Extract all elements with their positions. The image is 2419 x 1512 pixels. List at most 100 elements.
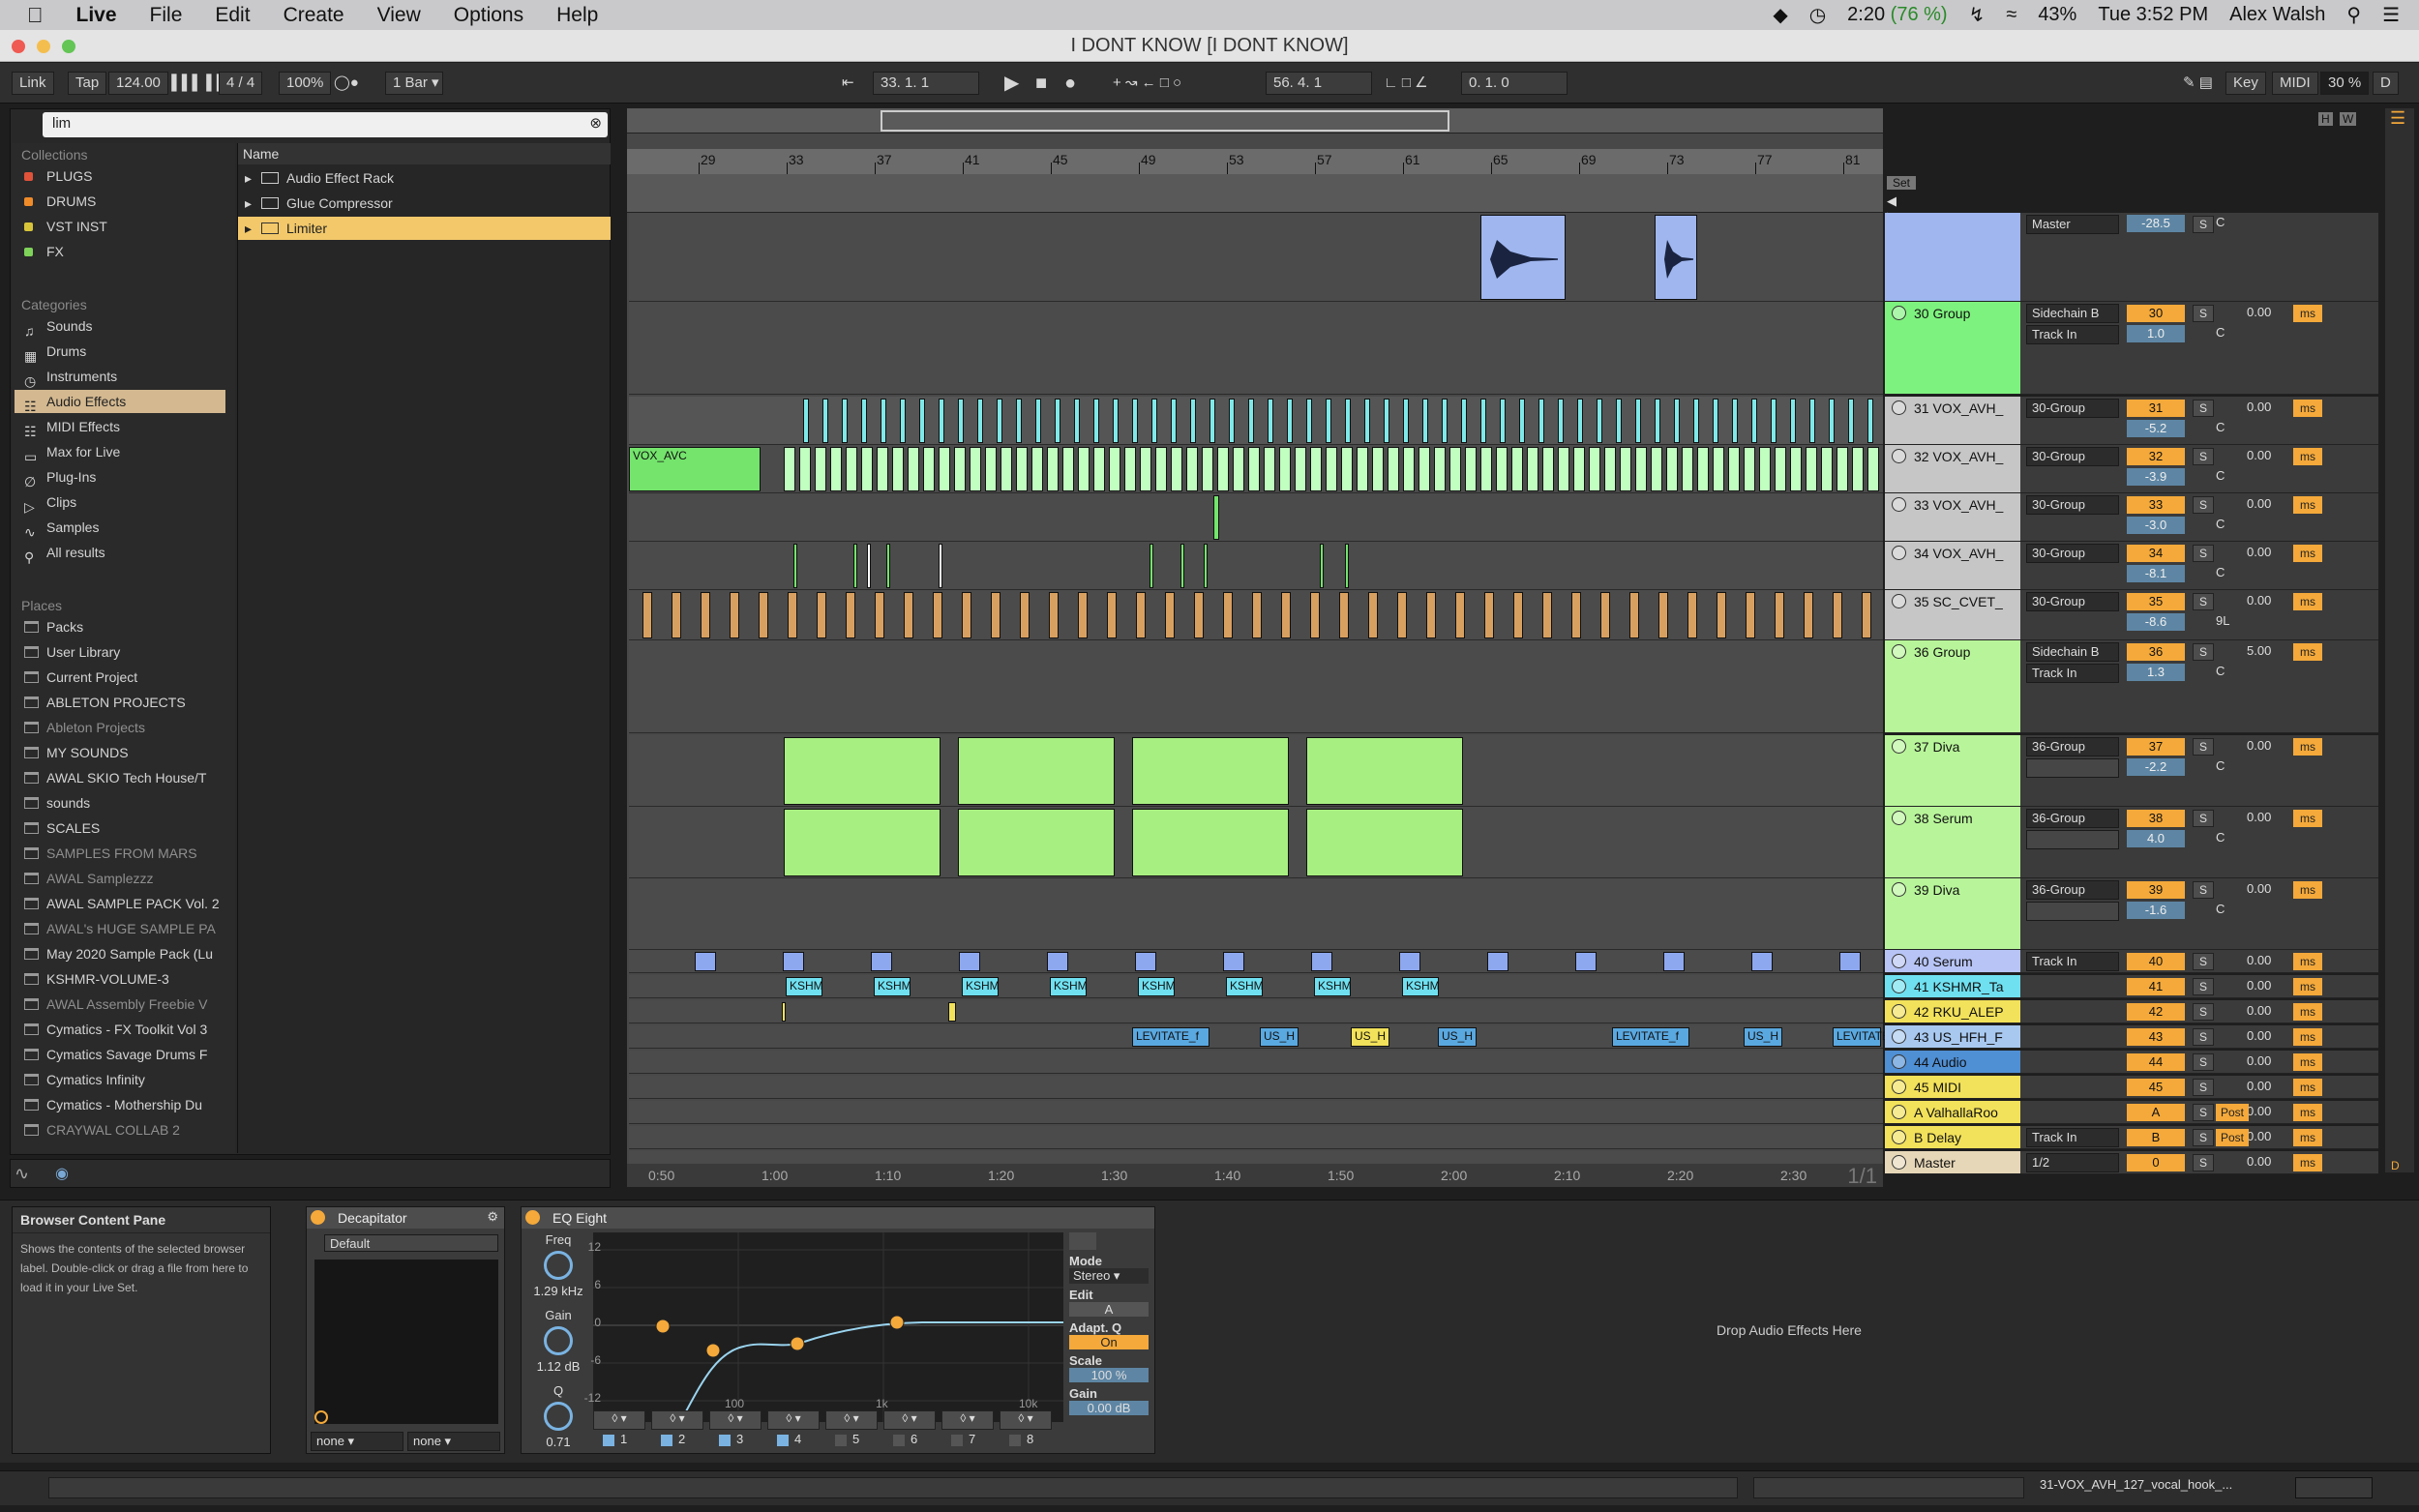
monitor-select[interactable]: [2026, 830, 2119, 849]
clip[interactable]: [1713, 447, 1724, 491]
wifi-icon[interactable]: ≈: [2006, 4, 2016, 26]
arrangement-overview[interactable]: H W: [627, 108, 2357, 133]
category-instruments[interactable]: ◷ Instruments: [15, 365, 225, 388]
clip[interactable]: [1264, 447, 1275, 491]
clip[interactable]: [1031, 447, 1043, 491]
send-value[interactable]: 0.00: [2247, 1053, 2271, 1068]
send-value[interactable]: 0.00: [2247, 1028, 2271, 1043]
clip[interactable]: [1751, 399, 1757, 443]
fold-icon[interactable]: [1892, 811, 1906, 825]
clip[interactable]: [1487, 952, 1508, 971]
place-item[interactable]: KSHMR-VOLUME-3: [15, 967, 225, 991]
band-enable-checkbox[interactable]: [893, 1435, 905, 1446]
menu-view[interactable]: View: [377, 4, 421, 27]
solo-button[interactable]: S: [2193, 643, 2214, 661]
clip[interactable]: [1310, 592, 1320, 638]
track-header[interactable]: 31 VOX_AVH_: [1885, 397, 2020, 445]
clip[interactable]: [1577, 399, 1583, 443]
output-routing-select[interactable]: 36-Group: [2026, 880, 2119, 900]
clip[interactable]: [970, 447, 981, 491]
bluetooth-icon[interactable]: ↯: [1969, 3, 1986, 27]
menu-file[interactable]: File: [150, 4, 183, 27]
clip[interactable]: [1655, 399, 1660, 443]
mode-select[interactable]: Stereo ▾: [1069, 1268, 1149, 1284]
eq-curve-display[interactable]: [593, 1232, 1063, 1422]
clip[interactable]: KSHM: [786, 977, 823, 996]
clip[interactable]: [1651, 447, 1662, 491]
midi-map-button[interactable]: MIDI: [2272, 72, 2318, 95]
track-header[interactable]: 44 Audio: [1885, 1051, 2020, 1074]
filter-shape-select[interactable]: ◊ ▾: [767, 1410, 820, 1430]
send-value[interactable]: 0.00: [2247, 953, 2271, 967]
clip[interactable]: [1223, 592, 1233, 638]
place-item[interactable]: MY SOUNDS: [15, 741, 225, 764]
track-header[interactable]: 32 VOX_AVH_: [1885, 445, 2020, 493]
place-item[interactable]: AWAL SAMPLE PACK Vol. 2: [15, 892, 225, 915]
category-clips[interactable]: ▷ Clips: [15, 490, 225, 514]
track-volume[interactable]: -3.9: [2127, 468, 2185, 486]
input-select[interactable]: Track In: [2026, 325, 2119, 344]
category-sounds[interactable]: ♫ Sounds: [15, 314, 225, 338]
clip[interactable]: [1527, 447, 1538, 491]
clip[interactable]: [1171, 399, 1177, 443]
clip[interactable]: [642, 592, 652, 638]
place-item[interactable]: Cymatics Savage Drums F: [15, 1043, 225, 1066]
collection-vst-inst[interactable]: VST INST: [15, 215, 225, 238]
tap-tempo-button[interactable]: Tap: [68, 72, 107, 95]
output-routing-select[interactable]: 36-Group: [2026, 737, 2119, 756]
clip[interactable]: [1223, 952, 1244, 971]
apple-icon[interactable]: : [27, 3, 44, 28]
track-number[interactable]: A: [2127, 1104, 2185, 1121]
clip[interactable]: [919, 399, 925, 443]
song-position-field[interactable]: 33. 1. 1: [873, 72, 979, 95]
collection-drums[interactable]: DRUMS: [15, 190, 225, 213]
filter-shape-select[interactable]: ◊ ▾: [651, 1410, 703, 1430]
adaptive-q-toggle[interactable]: On: [1069, 1335, 1149, 1349]
solo-button[interactable]: S: [2193, 216, 2214, 233]
clip[interactable]: [1759, 447, 1771, 491]
clip[interactable]: [1194, 592, 1204, 638]
clip[interactable]: [962, 592, 971, 638]
track-lane[interactable]: [629, 542, 1883, 590]
clip[interactable]: [861, 399, 867, 443]
wrench-icon[interactable]: ⚙: [487, 1209, 498, 1225]
clip[interactable]: US_H: [1260, 1027, 1299, 1047]
clip[interactable]: [1202, 447, 1213, 491]
track-pan[interactable]: C: [2216, 758, 2225, 773]
clock-timer-icon[interactable]: ◷: [1809, 3, 1826, 27]
track-lane[interactable]: [629, 302, 1883, 395]
clip[interactable]: [784, 809, 941, 876]
clip[interactable]: [1616, 399, 1622, 443]
io-toggle-button[interactable]: W: [2340, 112, 2357, 126]
fold-icon[interactable]: [1892, 644, 1906, 659]
track-lane[interactable]: [629, 1101, 1883, 1124]
clip[interactable]: [1368, 592, 1378, 638]
solo-button[interactable]: S: [2193, 1079, 2214, 1096]
menu-icon[interactable]: ☰: [2390, 108, 2405, 129]
post-button[interactable]: Post: [2216, 1104, 2249, 1121]
clip[interactable]: [1078, 592, 1088, 638]
clip[interactable]: [1268, 399, 1273, 443]
clip[interactable]: [1136, 592, 1146, 638]
clip[interactable]: US_H: [1744, 1027, 1782, 1047]
solo-button[interactable]: S: [2193, 448, 2214, 465]
send-value[interactable]: 0.00: [2247, 305, 2271, 319]
macro-select-2[interactable]: none ▾: [407, 1432, 500, 1451]
clip[interactable]: [1306, 809, 1463, 876]
clip[interactable]: [904, 592, 913, 638]
track-lane[interactable]: [629, 1126, 1883, 1149]
band-enable-checkbox[interactable]: [603, 1435, 614, 1446]
track-number[interactable]: 34: [2127, 545, 2185, 562]
solo-button[interactable]: S: [2193, 881, 2214, 899]
track-pan[interactable]: C: [2216, 830, 2225, 845]
time-signature-field[interactable]: 4 / 4: [219, 72, 263, 95]
track-volume[interactable]: 1.0: [2127, 325, 2185, 342]
clip[interactable]: [886, 544, 890, 588]
gain-value[interactable]: 1.12 dB: [529, 1359, 587, 1374]
track-pan[interactable]: C: [2216, 420, 2225, 434]
filter-shape-select[interactable]: ◊ ▾: [593, 1410, 645, 1430]
output-routing-select[interactable]: 36-Group: [2026, 809, 2119, 828]
place-item[interactable]: SCALES: [15, 816, 225, 840]
clip[interactable]: [1666, 447, 1678, 491]
clip[interactable]: [1771, 399, 1777, 443]
